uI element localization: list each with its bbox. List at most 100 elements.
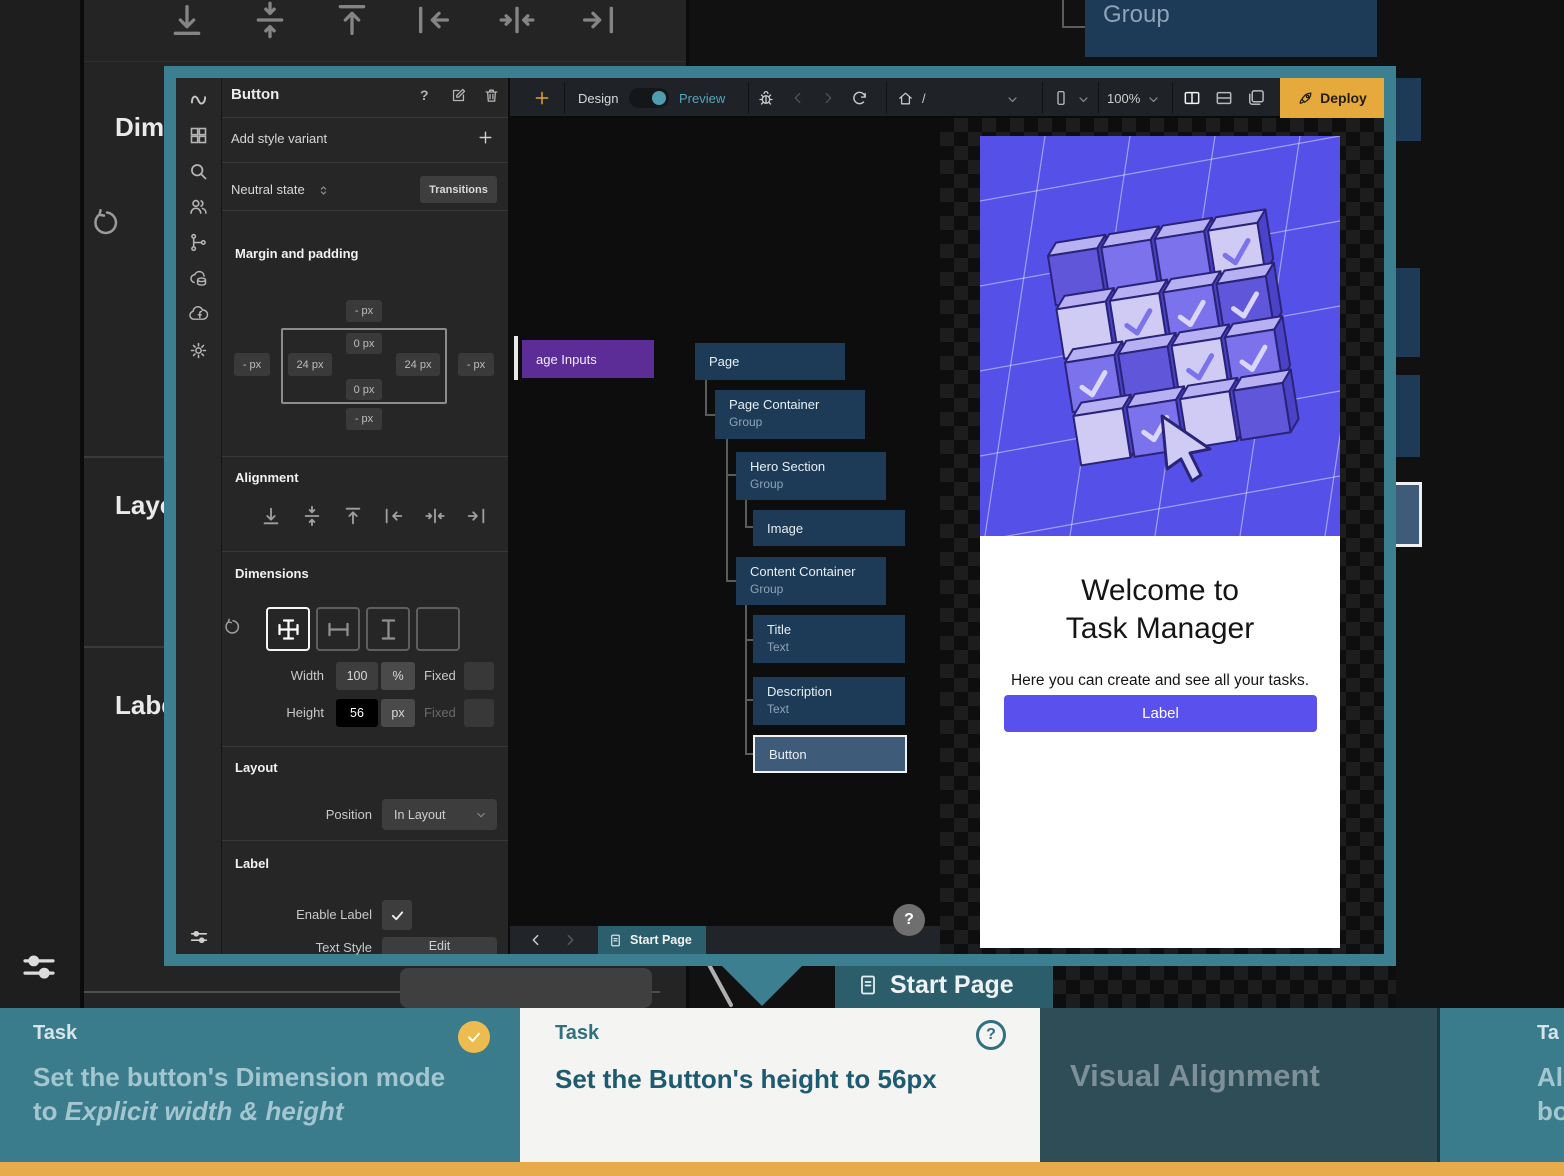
- text-style-edit-button[interactable]: Edit: [382, 937, 497, 954]
- add-variant-plus-icon[interactable]: [477, 129, 494, 146]
- cloud-function-icon[interactable]: [188, 303, 209, 324]
- inspector-help-icon[interactable]: ?: [420, 87, 429, 103]
- trash-icon[interactable]: [483, 87, 500, 104]
- device-phone-icon[interactable]: [1053, 90, 1069, 106]
- bg-hero-node-subtitle: Group: [1103, 1, 1377, 29]
- tree-connector: [745, 753, 753, 755]
- dimension-mode-none-button[interactable]: [416, 607, 460, 651]
- checkbox-check-icon: [390, 908, 405, 923]
- task-text-prefix: to: [33, 1096, 65, 1126]
- debug-bug-icon[interactable]: [757, 89, 775, 107]
- margin-left-input[interactable]: - px: [234, 353, 270, 376]
- edit-icon[interactable]: [450, 87, 467, 104]
- preview-button-label: Label: [1142, 705, 1179, 722]
- align-left-button[interactable]: [383, 505, 405, 527]
- padding-right-input[interactable]: 24 px: [396, 353, 440, 376]
- tree-node-button-selected[interactable]: Button: [753, 735, 907, 773]
- align-vcenter-button[interactable]: [301, 505, 323, 527]
- padding-left-input[interactable]: 24 px: [288, 353, 332, 376]
- deploy-button[interactable]: Deploy: [1280, 78, 1384, 118]
- padding-bottom-input[interactable]: 0 px: [346, 379, 382, 400]
- toolbar-divider-1: [564, 82, 565, 114]
- position-dropdown[interactable]: In Layout: [382, 799, 497, 830]
- page-nav-back-icon[interactable]: [528, 932, 544, 948]
- url-chevron-icon[interactable]: [1006, 93, 1019, 106]
- height-fixed-checkbox[interactable]: [464, 699, 494, 727]
- device-chevron-icon[interactable]: [1077, 93, 1090, 106]
- tree-node-title: Hero Section: [750, 459, 886, 474]
- gear-icon[interactable]: [188, 340, 209, 361]
- height-input[interactable]: 56: [336, 699, 378, 727]
- start-page-tab[interactable]: Start Page: [598, 926, 706, 954]
- tree-node-image[interactable]: Image: [753, 510, 905, 546]
- tree-node-page-container[interactable]: Page Container Group: [715, 390, 865, 439]
- align-bottom-button[interactable]: [260, 505, 282, 527]
- state-selector[interactable]: Neutral state: [231, 182, 305, 197]
- position-label: Position: [300, 807, 372, 822]
- search-icon[interactable]: [188, 161, 209, 182]
- enable-label-checkbox[interactable]: [382, 900, 412, 930]
- nav-back-icon[interactable]: [790, 90, 806, 106]
- align-hcenter-button[interactable]: [424, 505, 446, 527]
- bg-toolbar-divider: [84, 61, 686, 62]
- tree-node-page-inputs[interactable]: age Inputs: [522, 340, 654, 378]
- margin-top-input[interactable]: - px: [346, 300, 382, 322]
- split-vertical-icon[interactable]: [1182, 88, 1202, 108]
- cloud-data-icon[interactable]: [188, 268, 209, 289]
- canvas-help-label: ?: [904, 911, 914, 929]
- logo-icon[interactable]: [188, 88, 209, 109]
- width-input[interactable]: 100: [336, 662, 378, 690]
- page-nav-forward-icon[interactable]: [562, 932, 578, 948]
- task-card-title: Visual Alignment: [1070, 1058, 1320, 1094]
- padding-right-value: 24 px: [405, 359, 432, 371]
- canvas-help-button[interactable]: ?: [893, 904, 925, 936]
- tree-node-page[interactable]: Page: [695, 343, 845, 380]
- tree-node-hero-section[interactable]: Hero Section Group: [736, 452, 886, 500]
- task-help-badge[interactable]: ?: [976, 1020, 1006, 1050]
- design-mode-label[interactable]: Design: [578, 91, 618, 106]
- home-icon[interactable]: [897, 90, 914, 107]
- tree-node-content-container[interactable]: Content Container Group: [736, 557, 886, 605]
- design-preview-toggle[interactable]: [629, 88, 669, 108]
- split-horizontal-icon[interactable]: [1214, 88, 1234, 108]
- bg-align-top-icon: [332, 0, 372, 40]
- sliders-icon[interactable]: [188, 926, 210, 948]
- label-section-title: Label: [235, 856, 269, 871]
- task-card-active: Task ? Set the Button's height to 56px: [520, 1008, 1040, 1162]
- zoom-chevron-icon[interactable]: [1147, 93, 1160, 106]
- padding-top-input[interactable]: 0 px: [346, 333, 382, 354]
- margin-bottom-input[interactable]: - px: [346, 408, 382, 430]
- inspector-title: Button: [231, 86, 279, 103]
- dimension-mode-height-button[interactable]: [366, 607, 410, 651]
- dimensions-reset-icon[interactable]: [224, 618, 242, 636]
- align-top-button[interactable]: [342, 505, 364, 527]
- align-right-button[interactable]: [465, 505, 487, 527]
- flow-icon[interactable]: [188, 232, 209, 253]
- margin-right-input[interactable]: - px: [458, 353, 494, 376]
- windows-icon[interactable]: [1246, 88, 1266, 108]
- preview-label-button[interactable]: Label: [1004, 695, 1317, 732]
- tree-node-title[interactable]: Title Text: [753, 615, 905, 663]
- bg-start-page-label: Start Page: [890, 971, 1014, 1000]
- tree-connector: [745, 500, 747, 528]
- tree-connector: [705, 380, 707, 416]
- zoom-level[interactable]: 100%: [1107, 91, 1140, 106]
- add-element-icon[interactable]: [533, 89, 551, 107]
- dimension-mode-width-button[interactable]: [316, 607, 360, 651]
- dimension-mode-explicit-button[interactable]: [266, 607, 310, 651]
- tree-node-description[interactable]: Description Text: [753, 677, 905, 725]
- url-path[interactable]: /: [922, 91, 926, 106]
- users-icon[interactable]: [188, 196, 209, 217]
- width-unit-select[interactable]: %: [381, 662, 415, 690]
- tree-node-label: age Inputs: [536, 352, 597, 367]
- toolbar-divider-2: [748, 82, 749, 114]
- bg-align-bottom-icon: [167, 0, 207, 40]
- preview-mode-label[interactable]: Preview: [679, 91, 725, 106]
- width-fixed-checkbox[interactable]: [464, 662, 494, 690]
- nav-forward-icon[interactable]: [820, 90, 836, 106]
- refresh-icon[interactable]: [851, 90, 868, 107]
- height-unit-select[interactable]: px: [381, 699, 415, 727]
- width-value: 100: [347, 669, 368, 683]
- blocks-icon[interactable]: [188, 125, 209, 146]
- transitions-button[interactable]: Transitions: [420, 176, 497, 203]
